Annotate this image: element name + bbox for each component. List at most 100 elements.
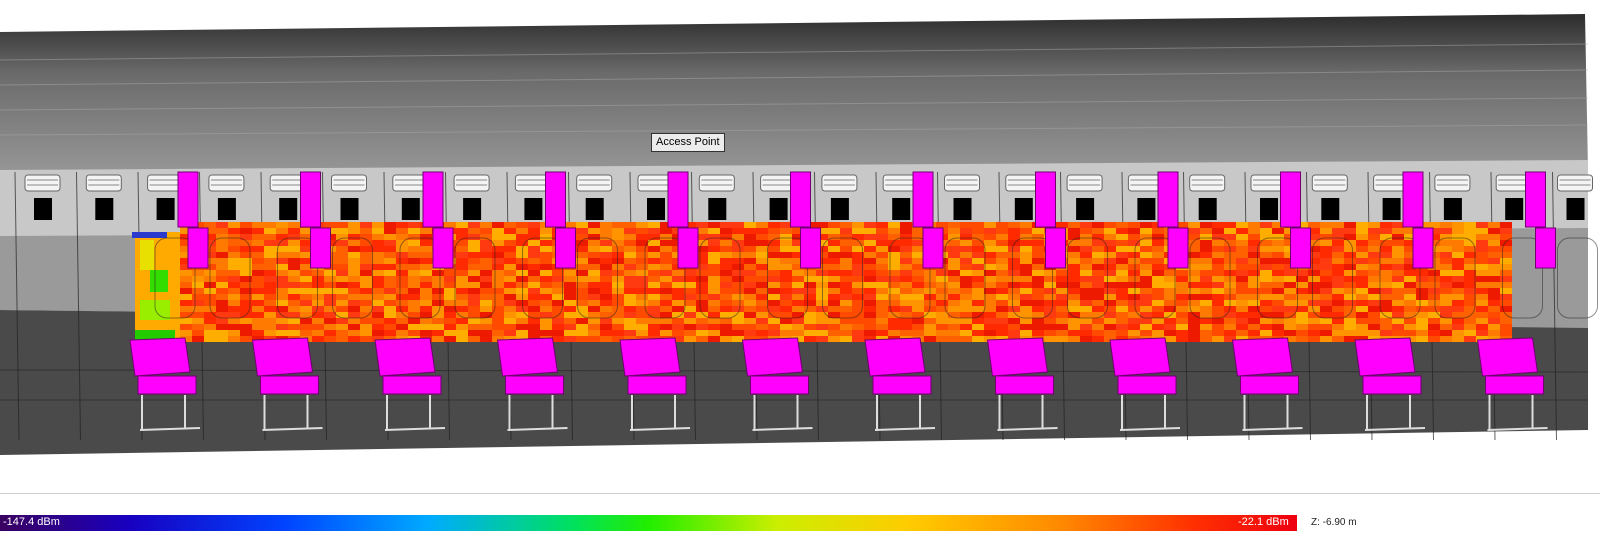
heatmap-cell [744,300,756,306]
heatmap-cell [492,330,504,336]
heatmap-cell [1152,276,1164,282]
heatmap-cell [624,294,636,300]
heatmap-cell [1104,252,1116,258]
heatmap-cell [1488,294,1500,300]
heatmap-cell [696,282,708,288]
heatmap-cell [336,318,348,324]
heatmap-cell [864,300,876,306]
heatmap-cell [792,276,804,282]
heatmap-cell [1392,312,1404,318]
heatmap-cell [948,336,960,342]
heatmap-cell [540,288,552,294]
access-point-label[interactable]: Access Point [651,133,725,152]
heatmap-cell [1200,312,1212,318]
heatmap-cell [1032,276,1044,282]
heatmap-cell [1452,306,1464,312]
heatmap-cell [1464,228,1476,234]
heatmap-cell [828,222,840,228]
heatmap-cell [1056,276,1068,282]
heatmap-cell [1032,300,1044,306]
heatmap-cell [180,270,192,276]
heatmap-cell [1464,270,1476,276]
heatmap-cell [1008,222,1020,228]
signal-legend: -147.4 dBm -22.1 dBm Z: -6.90 m [0,515,1600,537]
heatmap-cell [216,264,228,270]
heatmap-cell [1500,306,1512,312]
heatmap-cell [624,234,636,240]
heatmap-cell [324,318,336,324]
heatmap-cell [1032,318,1044,324]
heatmap-cell [1020,234,1032,240]
heatmap-cell [420,306,432,312]
heatmap-cell [648,294,660,300]
heatmap-cell [1092,294,1104,300]
3d-viewport[interactable]: Access Point [0,0,1600,500]
heatmap-cell [588,330,600,336]
heatmap-cell [876,288,888,294]
heatmap-cell [1200,270,1212,276]
heatmap-cell [1476,294,1488,300]
heatmap-cell [252,258,264,264]
heatmap-cell [288,294,300,300]
heatmap-cell [576,324,588,330]
heatmap-cell [1140,264,1152,270]
heatmap-cell [996,306,1008,312]
heatmap-cell [1116,306,1128,312]
heatmap-cell [768,228,780,234]
heatmap-cell [624,264,636,270]
heatmap-cell [528,318,540,324]
heatmap-cell [1452,234,1464,240]
heatmap-cell [924,318,936,324]
heatmap-cell [1032,312,1044,318]
heatmap-cell [1200,288,1212,294]
heatmap-cell [468,324,480,330]
heatmap-cell [504,240,516,246]
heatmap-cell [1332,312,1344,318]
heatmap-cell [876,324,888,330]
heatmap-cell [1008,300,1020,306]
heatmap-cell [1344,336,1356,342]
heatmap-cell [444,306,456,312]
heatmap-cell [264,330,276,336]
heatmap-cell [1056,270,1068,276]
heatmap-cell [1392,306,1404,312]
heatmap-cell [228,276,240,282]
heatmap-cell [1368,300,1380,306]
heatmap-cell [264,258,276,264]
heatmap-cell [1272,234,1284,240]
heatmap-cell [1272,306,1284,312]
heatmap-cell [1500,222,1512,228]
heatmap-cell [216,300,228,306]
heatmap-cell [1212,240,1224,246]
heatmap-cell [732,228,744,234]
heatmap-cell [360,288,372,294]
heatmap-cell [1476,282,1488,288]
heatmap-cell [492,300,504,306]
heatmap-cell [708,312,720,318]
heatmap-cell [1368,330,1380,336]
heatmap-cell [1356,294,1368,300]
heatmap-cell [372,294,384,300]
heatmap-cell [708,306,720,312]
heatmap-cell [228,252,240,258]
heatmap-cell [840,252,852,258]
heatmap-cell [372,258,384,264]
heatmap-cell [480,234,492,240]
heatmap-cell [1416,306,1428,312]
heatmap-cell [1488,330,1500,336]
heatmap-cell [1476,276,1488,282]
heatmap-cell [1392,270,1404,276]
heatmap-cell [600,306,612,312]
heatmap-cell [408,276,420,282]
heatmap-cell [1356,258,1368,264]
heatmap-cell [660,264,672,270]
heatmap-cell [960,336,972,342]
heatmap-cell [384,240,396,246]
heatmap-cell [636,276,648,282]
heatmap-cell [840,240,852,246]
heatmap-cell [264,324,276,330]
heatmap-cell [780,234,792,240]
heatmap-cell [588,228,600,234]
heatmap-cell [1320,264,1332,270]
heatmap-cell [672,276,684,282]
